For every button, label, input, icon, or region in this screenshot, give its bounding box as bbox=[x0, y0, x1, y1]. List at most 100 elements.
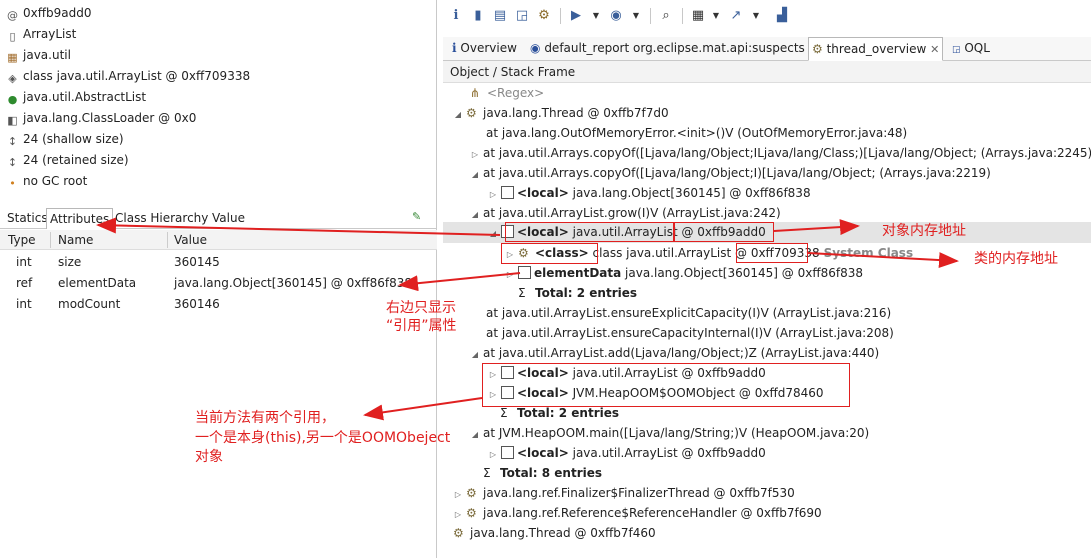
inspector-line: ◧ java.lang.ClassLoader @ 0x0 bbox=[6, 108, 196, 128]
tab-attributes[interactable]: Attributes bbox=[46, 208, 114, 229]
tab-default-report[interactable]: ◉ default_report org.eclipse.mat.api:sus… bbox=[527, 37, 808, 61]
class-icon: ◈ bbox=[8, 72, 17, 85]
close-icon[interactable]: ✕ bbox=[930, 43, 939, 56]
gc-root-icon: • bbox=[9, 177, 16, 190]
tree-row[interactable]: ⋔ <Regex> bbox=[470, 83, 544, 103]
collapse-arrow-icon[interactable]: ◢ bbox=[470, 425, 480, 445]
tree-row-text: Total: 2 entries bbox=[517, 406, 620, 420]
cell-type: ref bbox=[16, 276, 33, 290]
tree-row-text: at java.util.Arrays.copyOf([Ljava/lang/O… bbox=[483, 166, 991, 180]
inspector-line: ● java.util.AbstractList bbox=[6, 87, 146, 107]
cell-value: 360146 bbox=[174, 297, 220, 311]
tree-row[interactable]: ⚙ java.lang.Thread @ 0xffb7f460 bbox=[453, 523, 656, 543]
table-row[interactable]: ref elementData java.lang.Object[360145]… bbox=[0, 273, 437, 294]
oql-icon[interactable]: ◲ bbox=[513, 7, 531, 25]
dominator-tree-icon[interactable]: ▤ bbox=[491, 7, 509, 25]
note-object-address: 对象内存地址 bbox=[882, 223, 966, 239]
tree-row-text: java.lang.Thread @ 0xffb7f7d0 bbox=[483, 106, 669, 120]
tree-row[interactable]: at java.util.ArrayList.ensureCapacityInt… bbox=[486, 323, 894, 343]
column-type[interactable]: Type bbox=[8, 230, 36, 250]
tree-row[interactable]: ◢ at java.util.ArrayList.grow(I)V (ArrayL… bbox=[470, 203, 781, 223]
expand-arrow-icon[interactable]: ▷ bbox=[453, 505, 463, 525]
expand-arrow-icon[interactable]: ▷ bbox=[488, 185, 498, 205]
info-icon: i bbox=[452, 41, 457, 55]
table-icon[interactable]: ▦ bbox=[689, 7, 707, 25]
inspector-line: ↕ 24 (retained size) bbox=[6, 150, 129, 170]
bar-chart-icon[interactable]: ▟ bbox=[773, 7, 791, 25]
inspector-line-text: ArrayList bbox=[23, 27, 77, 41]
column-divider[interactable] bbox=[167, 232, 168, 248]
collapse-arrow-icon[interactable]: ◢ bbox=[470, 165, 480, 185]
tree-row[interactable]: at java.util.ArrayList.ensureExplicitCap… bbox=[486, 303, 891, 323]
chevron-down-icon[interactable]: ▼ bbox=[587, 7, 605, 25]
run-report-icon[interactable]: ▶ bbox=[567, 7, 585, 25]
object-inspector-panel: @0xffb9add0 ▯ ArrayList ▦ java.util ◈ class ja… bbox=[0, 0, 437, 558]
collapse-arrow-icon[interactable]: ◢ bbox=[453, 105, 463, 125]
column-name[interactable]: Name bbox=[58, 230, 93, 250]
thread-gear-icon[interactable]: ⚙ bbox=[535, 7, 553, 25]
tree-row[interactable]: ◢ at java.util.Arrays.copyOf([Ljava/lang/… bbox=[470, 163, 991, 183]
tab-statics[interactable]: Statics bbox=[4, 208, 51, 229]
tree-row[interactable]: ▷ <local> java.lang.Object[360145] @ 0xff… bbox=[488, 183, 811, 203]
tree-row-text: java.util.ArrayList @ 0xffb9add0 bbox=[568, 446, 766, 460]
collapse-arrow-icon[interactable]: ◢ bbox=[488, 224, 498, 244]
table-row[interactable]: int modCount 360146 bbox=[0, 294, 437, 315]
collapse-arrow-icon[interactable]: ◢ bbox=[470, 205, 480, 225]
expand-arrow-icon[interactable]: ▷ bbox=[470, 145, 480, 165]
histogram-icon[interactable]: ▮ bbox=[469, 7, 487, 25]
tree-row[interactable]: ▷ ⚙ java.lang.ref.Finalizer$FinalizerThrea… bbox=[453, 483, 795, 503]
table-row[interactable]: int size 360145 bbox=[0, 252, 437, 273]
column-object-stack-frame[interactable]: Object / Stack Frame bbox=[443, 61, 1091, 83]
tree-row[interactable]: Σ Total: 2 entries bbox=[518, 283, 637, 303]
tab-class-hierarchy[interactable]: Class Hierarchy bbox=[112, 208, 211, 229]
export-icon[interactable]: ↗ bbox=[727, 7, 745, 25]
tree-row[interactable]: Σ Total: 8 entries bbox=[483, 463, 602, 483]
tab-thread-overview[interactable]: ⚙ thread_overview ✕ bbox=[808, 37, 944, 61]
column-divider[interactable] bbox=[50, 232, 51, 248]
tree-row[interactable]: ▷ <local> java.util.ArrayList @ 0xffb9add… bbox=[488, 443, 766, 463]
chevron-down-icon[interactable]: ▼ bbox=[747, 7, 765, 25]
expand-arrow-icon[interactable]: ▷ bbox=[453, 485, 463, 505]
superclass-icon: ● bbox=[7, 93, 18, 106]
cell-type: int bbox=[16, 297, 32, 311]
collapse-arrow-icon[interactable]: ◢ bbox=[470, 345, 480, 365]
inspector-line: ▯ ArrayList bbox=[6, 24, 76, 44]
thread-gear-icon: ⚙ bbox=[466, 486, 477, 500]
inspector-line: @0xffb9add0 bbox=[6, 3, 91, 23]
tree-row-text: <local> bbox=[517, 446, 569, 460]
search-icon[interactable]: ⌕ bbox=[657, 7, 675, 25]
inspector-line-text: java.util.AbstractList bbox=[23, 90, 147, 104]
chevron-down-icon[interactable]: ▼ bbox=[707, 7, 725, 25]
inspector-line-text: java.lang.ClassLoader @ 0x0 bbox=[23, 111, 197, 125]
pin-icon[interactable]: ✎ bbox=[412, 210, 421, 223]
expand-arrow-icon[interactable]: ▷ bbox=[505, 265, 515, 285]
info-icon[interactable]: i bbox=[447, 7, 465, 25]
annotation-box bbox=[674, 222, 774, 242]
thread-overview-panel: i ▮ ▤ ◲ ⚙ ▶ ▼ ◉ ▼ ⌕ ▦ ▼ ↗ ▼ ▟ i Overview… bbox=[443, 0, 1091, 558]
cell-value: java.lang.Object[360145] @ 0xff86f838 bbox=[174, 276, 412, 290]
cell-name: modCount bbox=[58, 297, 121, 311]
object-icon bbox=[501, 186, 514, 199]
inspector-line: • no GC root bbox=[6, 171, 87, 191]
tab-oql[interactable]: ◲ OQL bbox=[949, 37, 993, 61]
tab-value[interactable]: Value bbox=[209, 208, 248, 229]
tree-row[interactable]: at java.lang.OutOfMemoryError.<init>()V … bbox=[486, 123, 907, 143]
tree-row-text: at JVM.HeapOOM.main([Ljava/lang/String;)… bbox=[483, 426, 870, 440]
tree-row[interactable]: ▷ at java.util.Arrays.copyOf([Ljava/lang/… bbox=[470, 143, 1091, 163]
column-value[interactable]: Value bbox=[174, 230, 207, 250]
tree-row-text: java.lang.Object[360145] @ 0xff86f838 bbox=[568, 186, 811, 200]
tree-row-text: java.lang.ref.Finalizer$FinalizerThread … bbox=[483, 486, 795, 500]
note-class-address: 类的内存地址 bbox=[974, 251, 1058, 267]
tab-overview[interactable]: i Overview bbox=[449, 37, 520, 61]
classloader-icon: ◧ bbox=[7, 114, 18, 127]
expand-arrow-icon[interactable]: ▷ bbox=[488, 445, 498, 465]
tree-row[interactable]: ◢ ⚙ java.lang.Thread @ 0xffb7f7d0 bbox=[453, 103, 669, 123]
tree-row[interactable]: ▷ elementData java.lang.Object[360145] @ … bbox=[505, 263, 863, 283]
thread-gear-icon: ⚙ bbox=[466, 506, 477, 520]
tree-row[interactable]: ▷ ⚙ java.lang.ref.Reference$ReferenceHandl… bbox=[453, 503, 822, 523]
toolbar-separator bbox=[560, 8, 561, 24]
chevron-down-icon[interactable]: ▼ bbox=[627, 7, 645, 25]
database-icon[interactable]: ◉ bbox=[607, 7, 625, 25]
tree-row[interactable]: ◢ at java.util.ArrayList.add(Ljava/lang/O… bbox=[470, 343, 879, 363]
tree-row[interactable]: ◢ at JVM.HeapOOM.main([Ljava/lang/String;… bbox=[470, 423, 869, 443]
